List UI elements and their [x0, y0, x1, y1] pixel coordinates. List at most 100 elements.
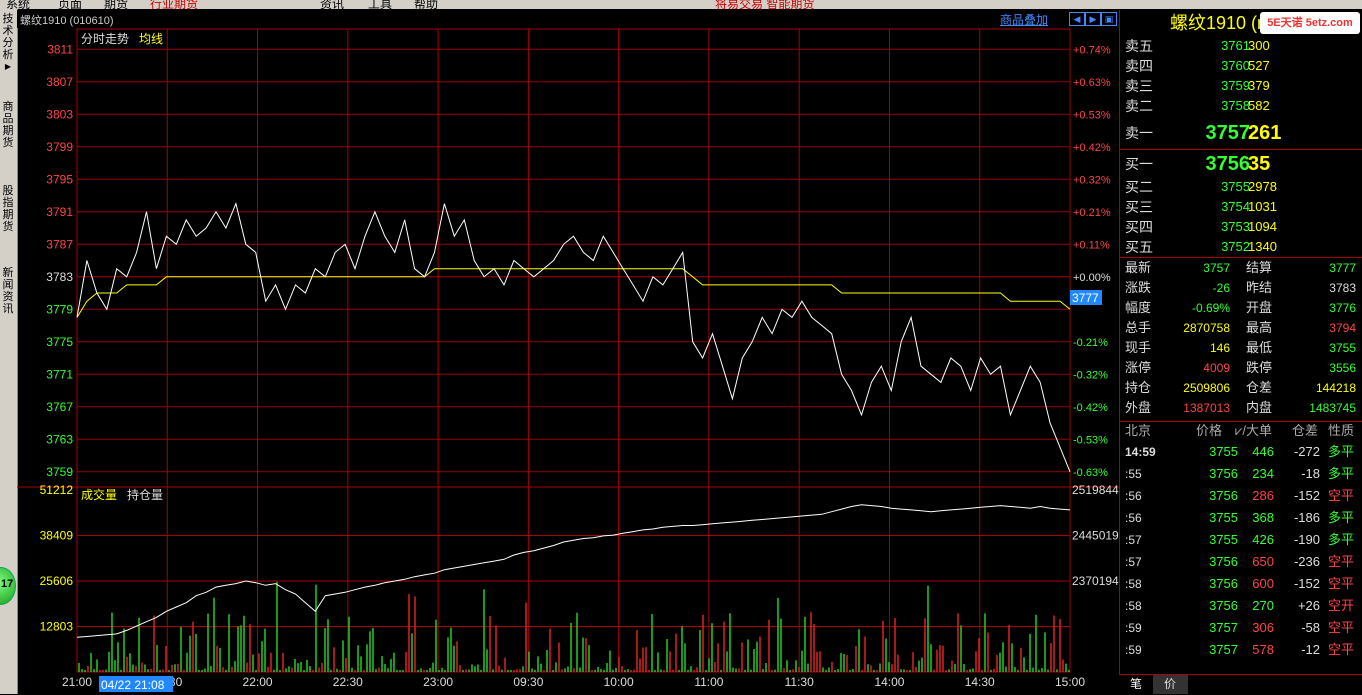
stats-row: 外盘 1387013 内盘 1483745	[1125, 400, 1356, 415]
expand-icon[interactable]: ▣	[1101, 12, 1117, 26]
percent-tick-label: +0.63%	[1073, 77, 1111, 89]
time-tick-label: 11:30	[785, 675, 814, 689]
price-tick-label: 3807	[46, 75, 73, 89]
percent-tick-label: +0.42%	[1073, 142, 1111, 154]
legend-open-interest: 持仓量	[127, 487, 163, 502]
top-menu-bar: 系统 页面 期货 行业期货 资讯 工具 帮助 将易交易 智能期货	[0, 0, 1362, 9]
tab-news[interactable]: 新闻资讯	[0, 267, 16, 327]
chevron-right-icon: ▶	[4, 62, 12, 71]
percent-tick-label: +0.21%	[1073, 207, 1111, 219]
tab-price[interactable]: 价	[1153, 675, 1188, 694]
tick-row[interactable]: 14:59 3755 446 -272 多平	[1120, 441, 1362, 463]
quote-panel: 螺纹1910 (r 5E天诺 5etz.com 卖五 3761 300 卖四 3760 5…	[1119, 10, 1362, 694]
time-tick-label: 14:30	[965, 675, 995, 689]
brand-logo: 5E天诺 5etz.com	[1260, 12, 1360, 34]
menu-item-tools[interactable]: 工具	[368, 0, 392, 9]
ask-level-row[interactable]: 卖四 3760 527	[1120, 56, 1362, 76]
bid-level-row[interactable]: 买五 3752 1340	[1120, 237, 1362, 257]
percent-tick-label: -0.42%	[1073, 402, 1108, 414]
percent-tick-label: -0.21%	[1073, 337, 1108, 349]
menu-item-futures[interactable]: 期货	[104, 0, 128, 9]
chart-symbol-title: 螺纹1910 (010610)	[20, 15, 114, 27]
oi-tick-label: 2370194	[1072, 574, 1119, 588]
tab-technical-analysis[interactable]: 技术分析 ▶	[0, 13, 16, 73]
time-tick-label: 14:00	[874, 675, 904, 689]
overlay-commodity-link[interactable]: 商品叠加	[1000, 11, 1048, 28]
time-tick-label: 10:00	[604, 675, 634, 689]
volume-tick-label: 38409	[40, 529, 74, 543]
stats-row: 总手 2870758 最高 3794	[1125, 320, 1356, 335]
percent-tick-label: -0.32%	[1073, 369, 1108, 381]
legend-volume: 成交量	[81, 487, 117, 502]
percent-tick-label: -0.53%	[1073, 434, 1108, 446]
menu-item-info[interactable]: 资讯	[320, 0, 344, 9]
quote-title-row: 螺纹1910 (r 5E天诺 5etz.com	[1120, 10, 1362, 36]
bid-level-row[interactable]: 买三 3754 1031	[1120, 197, 1362, 217]
stats-row: 现手 146 最低 3755	[1125, 340, 1356, 355]
price-tick-label: 3811	[47, 42, 73, 56]
price-tick-label: 3795	[46, 172, 73, 186]
stats-row: 涨停 4009 跌停 3556	[1125, 360, 1356, 375]
ask-level-row[interactable]: 卖五 3761 300	[1120, 36, 1362, 56]
tab-ticks[interactable]: 笔	[1119, 675, 1154, 694]
next-arrow-icon[interactable]: ▶	[1085, 12, 1101, 26]
tab-commodity-futures[interactable]: 商品期货	[0, 101, 16, 161]
cursor-price: 3777	[1072, 291, 1099, 305]
menu-item-page[interactable]: 页面	[58, 0, 82, 9]
chart-title-bar: 螺纹1910 (010610) 商品叠加 ◀ ▶ ▣	[17, 10, 1119, 28]
tick-row[interactable]: :56 3755 368 -186 多平	[1120, 507, 1362, 529]
menu-center-text: 将易交易 智能期货	[715, 0, 815, 9]
price-tick-label: 3791	[46, 205, 73, 219]
stats-row: 最新 3757 结算 3777	[1125, 260, 1356, 275]
open-interest-line	[76, 504, 1071, 638]
tick-row[interactable]: :58 3756 600 -152 空平	[1120, 573, 1362, 595]
oi-tick-label: 2445019	[1072, 529, 1119, 543]
bid-1-row[interactable]: 买一 3756 35	[1120, 151, 1362, 177]
tick-row[interactable]: :56 3756 286 -152 空平	[1120, 485, 1362, 507]
oi-tick-label: 2519844	[1072, 483, 1119, 497]
tab-index-futures[interactable]: 股指期货	[0, 185, 16, 245]
bid-level-row[interactable]: 买二 3755 2978	[1120, 177, 1362, 197]
chart-grid	[17, 28, 1119, 673]
time-tick-label: 21:00	[62, 675, 92, 689]
price-tick-label: 3787	[46, 237, 73, 251]
oi-axis-labels: 2519844 2445019 2370194	[1072, 483, 1119, 588]
percent-tick-label: -0.63%	[1073, 467, 1108, 479]
price-tick-label: 3803	[46, 107, 73, 121]
percent-tick-label: +0.74%	[1073, 44, 1111, 56]
percent-tick-label: +0.53%	[1073, 109, 1111, 121]
tick-row[interactable]: :59 3757 306 -58 空平	[1120, 617, 1362, 639]
time-tick-label: 22:30	[333, 675, 363, 689]
volume-tick-label: 25606	[40, 574, 74, 588]
intraday-chart[interactable]: 3811 3807 3803 3799 3795 3791 3787 3783 3779 3775…	[17, 28, 1119, 694]
percent-tick-label: +0.11%	[1073, 239, 1110, 251]
menu-item-system[interactable]: 系统	[6, 0, 30, 9]
price-axis-labels: 3811 3807 3803 3799 3795 3791 3787 3783 3779 3775…	[46, 42, 73, 479]
percent-axis-labels: +0.74% +0.63% +0.53% +0.42% +0.32% +0.21% +0.1…	[1073, 44, 1111, 479]
tick-row[interactable]: :59 3757 578 -12 空平	[1120, 639, 1362, 661]
bid-level-row[interactable]: 买四 3753 1094	[1120, 217, 1362, 237]
time-tick-label: 09:30	[513, 675, 543, 689]
price-tick-label: 3767	[46, 400, 73, 414]
stats-row: 涨跌 -26 昨结 3783	[1125, 280, 1356, 295]
average-price-line	[76, 268, 1071, 318]
tick-row[interactable]: :55 3756 234 -18 多平	[1120, 463, 1362, 485]
volume-axis-labels: 51212 38409 25606 12803	[40, 483, 74, 634]
prev-arrow-icon[interactable]: ◀	[1069, 12, 1085, 26]
legend-average: 均线	[139, 32, 163, 46]
time-tick-label: 22:00	[243, 675, 273, 689]
badge-count: 17	[1, 578, 14, 590]
percent-tick-label: +0.32%	[1073, 174, 1111, 186]
tick-row[interactable]: :57 3755 426 -190 多平	[1120, 529, 1362, 551]
time-axis-labels: 21:0021:3022:0022:3023:0009:3010:0011:00…	[62, 675, 1085, 689]
tick-row[interactable]: :58 3756 270 +26 空开	[1120, 595, 1362, 617]
menu-item-industry[interactable]: 行业期货	[150, 0, 198, 9]
percent-tick-label: +0.00%	[1073, 272, 1111, 284]
ask-1-row[interactable]: 卖一 3757 261	[1120, 120, 1362, 146]
volume-tick-label: 51212	[40, 483, 74, 497]
ask-level-row[interactable]: 卖三 3759 379	[1120, 76, 1362, 96]
menu-item-help[interactable]: 帮助	[414, 0, 438, 9]
ask-level-row[interactable]: 卖二 3758 582	[1120, 96, 1362, 116]
volume-tick-label: 12803	[40, 620, 74, 634]
tick-row[interactable]: :57 3756 650 -236 空平	[1120, 551, 1362, 573]
